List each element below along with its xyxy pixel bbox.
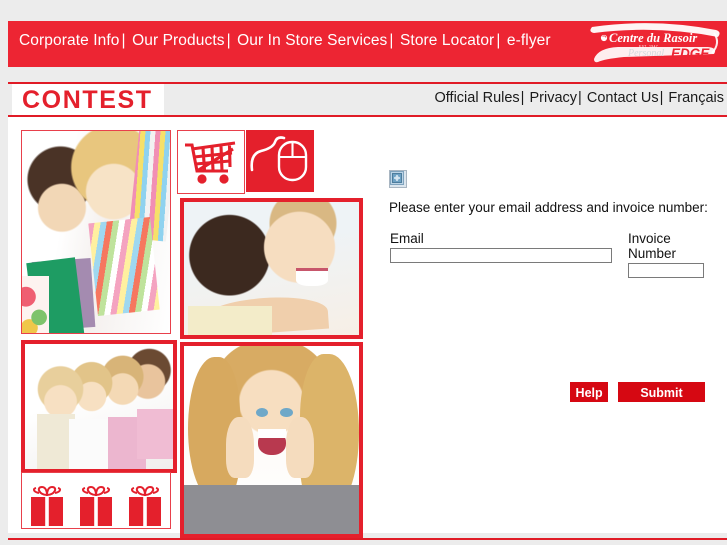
nav-content-gap xyxy=(0,67,727,82)
promo-image-collage xyxy=(21,122,363,538)
brand-logo[interactable]: Centre du Rasoir EST. 1947 Personal EDGE xyxy=(584,21,724,67)
nav-separator: | xyxy=(121,32,126,49)
computer-mouse-icon-tile xyxy=(246,130,314,192)
shopping-cart-icon-tile xyxy=(177,130,245,194)
shopping-cart-icon xyxy=(185,141,236,184)
form-fields-group: Email Invoice Number xyxy=(389,231,709,278)
top-navigation-bar: Corporate Info | Our Products | Our In Sto… xyxy=(8,21,727,67)
family-photo xyxy=(21,340,177,473)
form-button-row: Help Submit xyxy=(389,382,705,402)
broken-image-icon xyxy=(389,170,407,188)
svg-text:Personal: Personal xyxy=(627,48,664,59)
main-content-area: Please enter your email address and invo… xyxy=(8,117,727,538)
svg-text:EDGE: EDGE xyxy=(671,46,710,61)
contest-title-block: CONTEST xyxy=(12,84,164,115)
gift-box-icon xyxy=(129,485,162,526)
invoice-number-input[interactable] xyxy=(628,263,704,278)
gift-box-icon xyxy=(79,485,112,526)
header-separator: | xyxy=(520,90,525,106)
header-separator: | xyxy=(659,90,664,106)
main-nav-links: Corporate Info | Our Products | Our In Sto… xyxy=(19,32,551,50)
nav-item-in-store-services[interactable]: Our In Store Services xyxy=(237,32,387,49)
invoice-number-label: Invoice Number xyxy=(628,231,677,261)
contest-entry-form: Please enter your email address and invo… xyxy=(389,170,709,402)
email-label: Email xyxy=(390,231,424,246)
couple-shopping-photo xyxy=(21,130,171,334)
page-title: CONTEST xyxy=(22,86,153,114)
email-input[interactable] xyxy=(390,248,612,263)
page-root: Corporate Info | Our Products | Our In Sto… xyxy=(0,0,727,545)
computer-mouse-icon xyxy=(250,136,308,182)
gift-boxes-tile xyxy=(21,472,171,529)
form-instruction-text: Please enter your email address and invo… xyxy=(389,200,708,215)
link-contact-us[interactable]: Contact Us xyxy=(587,90,659,106)
nav-separator: | xyxy=(226,32,231,49)
header-separator: | xyxy=(578,90,582,106)
nav-item-our-products[interactable]: Our Products xyxy=(132,32,225,49)
nav-item-store-locator[interactable]: Store Locator xyxy=(400,32,494,49)
nav-separator: | xyxy=(496,32,501,49)
help-button[interactable]: Help xyxy=(569,382,608,402)
secondary-nav-links: Official Rules| Privacy| Contact Us| Fra… xyxy=(435,90,724,106)
link-official-rules[interactable]: Official Rules xyxy=(435,90,520,106)
surprised-woman-photo xyxy=(180,342,363,538)
nav-item-e-flyer[interactable]: e-flyer xyxy=(507,32,551,49)
submit-button[interactable]: Submit xyxy=(618,382,705,402)
nav-item-corporate-info[interactable]: Corporate Info xyxy=(19,32,120,49)
gift-box-icon xyxy=(30,485,63,526)
nav-separator: | xyxy=(389,32,394,49)
link-privacy[interactable]: Privacy xyxy=(529,90,577,106)
contest-header-row: CONTEST Official Rules| Privacy| Contact… xyxy=(8,84,727,115)
couple-embrace-photo xyxy=(180,198,363,339)
svg-text:Centre du Rasoir: Centre du Rasoir xyxy=(609,31,697,45)
link-francais[interactable]: Français xyxy=(668,90,724,106)
footer-rule xyxy=(8,538,727,540)
